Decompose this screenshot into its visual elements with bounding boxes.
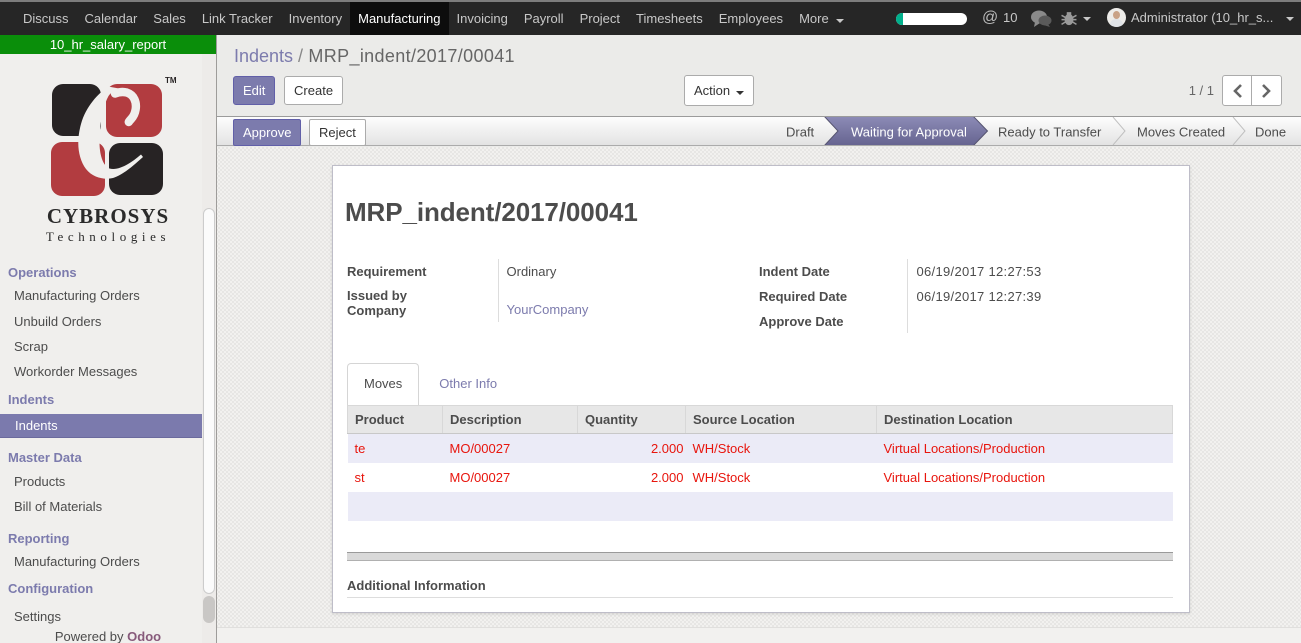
svg-text:Waiting for Approval: Waiting for Approval (851, 125, 967, 140)
svg-text:Moves Created: Moves Created (1137, 125, 1225, 140)
svg-text:Done: Done (1255, 125, 1286, 140)
svg-text:Draft: Draft (786, 125, 815, 140)
svg-text:Ready to Transfer: Ready to Transfer (998, 125, 1102, 140)
